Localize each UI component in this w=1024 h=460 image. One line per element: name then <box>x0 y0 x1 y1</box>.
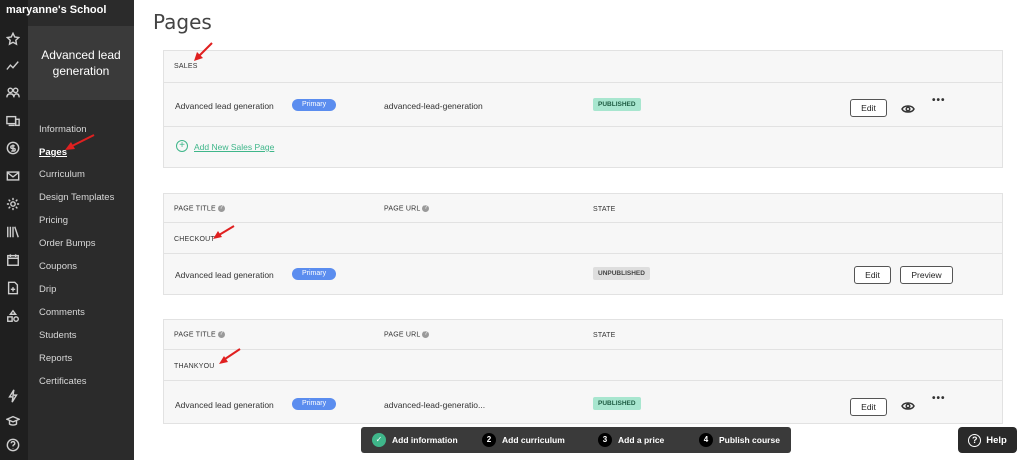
column-header-label: PAGE TITLE <box>174 205 216 213</box>
status-badge: PUBLISHED <box>593 397 641 410</box>
step-add-information[interactable]: ✓ Add information <box>372 433 458 447</box>
users-icon[interactable] <box>4 84 22 102</box>
table-row: Advanced lead generation Primary advance… <box>164 82 1002 126</box>
shapes-icon[interactable] <box>4 307 22 325</box>
info-icon[interactable]: ? <box>422 331 430 338</box>
nav-item-students[interactable]: Students <box>39 330 77 341</box>
edit-button[interactable]: Edit <box>850 398 887 416</box>
step-label: Publish course <box>719 435 780 445</box>
nav-item-order-bumps[interactable]: Order Bumps <box>39 238 96 249</box>
preview-eye-icon[interactable] <box>901 101 915 113</box>
trend-icon[interactable] <box>4 57 22 75</box>
step-number: 4 <box>699 433 713 447</box>
course-sidebar: Advanced lead generation Information Pag… <box>28 0 134 460</box>
preview-button[interactable]: Preview <box>900 266 953 284</box>
devices-icon[interactable] <box>4 112 22 130</box>
column-header-page-title: PAGE TITLE? <box>174 205 225 212</box>
calendar-icon[interactable] <box>4 251 22 269</box>
column-header-state: STATE <box>593 206 616 213</box>
primary-badge: Primary <box>292 268 337 280</box>
step-add-curriculum[interactable]: 2 Add curriculum <box>482 433 565 447</box>
primary-badge: Primary <box>292 398 337 410</box>
table-row: Advanced lead generation Primary UNPUBLI… <box>164 253 1002 295</box>
mail-icon[interactable] <box>4 167 22 185</box>
gear-icon[interactable] <box>4 195 22 213</box>
nav-item-comments[interactable]: Comments <box>39 307 85 318</box>
course-title: Advanced lead generation <box>28 26 134 100</box>
step-number: 2 <box>482 433 496 447</box>
annotation-arrow-icon <box>65 134 95 150</box>
annotation-arrow-icon <box>219 348 241 364</box>
info-icon[interactable]: ? <box>422 205 430 212</box>
step-number: 3 <box>598 433 612 447</box>
add-sales-page-row: + Add New Sales Page <box>164 126 1002 168</box>
thankyou-section-header: THANKYOU <box>164 349 1002 380</box>
column-header-label: PAGE TITLE <box>174 331 216 339</box>
more-options-icon[interactable]: ••• <box>932 393 946 404</box>
thankyou-pages-card: PAGE TITLE? PAGE URL? STATE THANKYOU Adv… <box>163 319 1003 424</box>
nav-item-certificates[interactable]: Certificates <box>39 376 87 387</box>
help-label: Help <box>986 434 1007 446</box>
add-circle-icon[interactable]: + <box>176 140 188 152</box>
table-header: PAGE TITLE? PAGE URL? STATE <box>164 194 1002 222</box>
table-header: PAGE TITLE? PAGE URL? STATE <box>164 320 1002 349</box>
section-label-checkout: CHECKOUT <box>174 236 215 243</box>
step-add-price[interactable]: 3 Add a price <box>598 433 664 447</box>
page-title-cell: Advanced lead generation <box>175 270 274 280</box>
file-plus-icon[interactable] <box>4 279 22 297</box>
graduation-icon[interactable] <box>4 412 22 430</box>
table-row: Advanced lead generation Primary advance… <box>164 380 1002 424</box>
page-title: Pages <box>153 10 212 34</box>
check-icon: ✓ <box>372 433 386 447</box>
step-label: Add a price <box>618 435 665 445</box>
section-label-sales: SALES <box>174 63 198 70</box>
status-badge: UNPUBLISHED <box>593 267 650 280</box>
annotation-arrow-icon <box>213 225 235 239</box>
nav-item-coupons[interactable]: Coupons <box>39 261 77 272</box>
star-icon[interactable] <box>4 30 22 48</box>
sales-section-header: SALES <box>164 51 1002 82</box>
edit-button[interactable]: Edit <box>850 99 887 117</box>
dollar-icon[interactable] <box>4 139 22 157</box>
column-header-page-title: PAGE TITLE? <box>174 331 225 338</box>
nav-item-design-templates[interactable]: Design Templates <box>39 192 114 203</box>
section-label-thankyou: THANKYOU <box>174 363 215 370</box>
library-icon[interactable] <box>4 223 22 241</box>
nav-item-pricing[interactable]: Pricing <box>39 215 68 226</box>
column-header-page-url: PAGE URL? <box>384 331 430 339</box>
icon-rail <box>0 0 28 460</box>
column-header-page-url: PAGE URL? <box>384 205 430 213</box>
page-url-cell[interactable]: advanced-lead-generation <box>384 101 483 111</box>
column-header-state: STATE <box>593 332 616 339</box>
column-header-label: PAGE URL <box>384 205 421 213</box>
checkout-section-header: CHECKOUT <box>164 222 1002 253</box>
nav-item-curriculum[interactable]: Curriculum <box>39 169 85 180</box>
info-icon[interactable]: ? <box>217 331 225 338</box>
sales-pages-card: SALES Advanced lead generation Primary a… <box>163 50 1003 168</box>
help-button[interactable]: ? Help <box>958 427 1017 453</box>
step-publish-course[interactable]: 4 Publish course <box>699 433 780 447</box>
status-badge: PUBLISHED <box>593 98 641 111</box>
edit-button[interactable]: Edit <box>854 266 891 284</box>
question-icon: ? <box>968 433 982 447</box>
page-url-cell[interactable]: advanced-lead-generatio... <box>384 400 485 410</box>
step-label: Add information <box>392 435 458 445</box>
primary-badge: Primary <box>292 99 337 111</box>
preview-eye-icon[interactable] <box>901 398 915 410</box>
page-title-cell: Advanced lead generation <box>175 400 274 410</box>
nav-item-drip[interactable]: Drip <box>39 284 56 295</box>
checkout-pages-card: PAGE TITLE? PAGE URL? STATE CHECKOUT Adv… <box>163 193 1003 295</box>
step-label: Add curriculum <box>502 435 565 445</box>
page-title-cell: Advanced lead generation <box>175 101 274 111</box>
nav-item-reports[interactable]: Reports <box>39 353 72 364</box>
bolt-icon[interactable] <box>4 387 22 405</box>
column-header-label: PAGE URL <box>384 331 421 339</box>
annotation-arrow-icon <box>194 42 213 61</box>
course-setup-stepper: ✓ Add information 2 Add curriculum 3 Add a … <box>361 427 791 453</box>
info-icon[interactable]: ? <box>217 205 225 212</box>
more-options-icon[interactable]: ••• <box>932 95 946 106</box>
help-circle-icon[interactable] <box>4 436 22 454</box>
school-name[interactable]: maryanne's School <box>6 4 106 16</box>
add-new-sales-page-link[interactable]: Add New Sales Page <box>194 142 274 152</box>
